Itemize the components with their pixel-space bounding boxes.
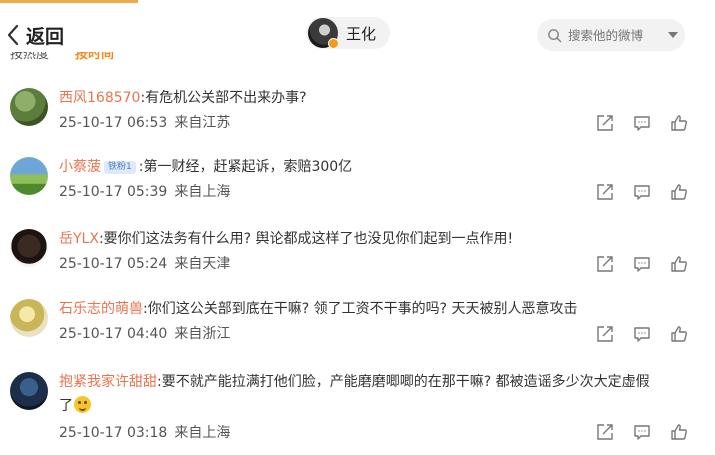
avatar[interactable] <box>10 88 48 126</box>
fan-badge: 铁粉1 <box>104 161 136 174</box>
commenter-name[interactable]: 石乐志的萌兽 <box>59 301 143 317</box>
share-icon[interactable] <box>596 183 614 201</box>
commenter-name[interactable]: 抱紧我家许甜甜 <box>59 374 157 390</box>
like-icon[interactable] <box>670 114 688 132</box>
avatar <box>308 18 339 49</box>
avatar[interactable] <box>10 299 48 337</box>
comment-actions <box>596 114 688 132</box>
caret-down-icon[interactable] <box>668 32 678 38</box>
comment-text: :你们这公关部到底在干嘛? 领了工资不干事的吗? 天天被别人恶意攻击 <box>143 301 578 317</box>
comment-line-2: 了 <box>59 396 91 416</box>
comment-meta: 25-10-17 05:39 来自上海 <box>59 181 230 201</box>
chevron-left-icon <box>7 24 19 46</box>
location: 来自浙江 <box>174 326 231 342</box>
user-chip[interactable]: 王化 <box>306 17 391 49</box>
comment-icon[interactable] <box>633 325 651 343</box>
commenter-name[interactable]: 小蔡菠 <box>59 159 101 175</box>
search-box[interactable] <box>537 19 685 51</box>
comment-actions <box>596 423 688 441</box>
comment-text-continued: 了 <box>59 398 73 414</box>
timestamp: 25-10-17 06:53 <box>59 115 168 131</box>
location: 来自江苏 <box>174 115 231 131</box>
location: 来自上海 <box>174 184 231 200</box>
comment-line: 石乐志的萌兽:你们这公关部到底在干嘛? 领了工资不干事的吗? 天天被别人恶意攻击 <box>59 299 577 319</box>
commenter-name[interactable]: 西风168570 <box>59 90 140 106</box>
comment-text: :有危机公关部不出来办事? <box>140 90 307 106</box>
comment-icon[interactable] <box>633 423 651 441</box>
comment-meta: 25-10-17 05:24 来自天津 <box>59 253 230 273</box>
avatar[interactable] <box>10 229 48 267</box>
comment-actions <box>596 183 688 201</box>
comment-icon[interactable] <box>633 255 651 273</box>
avatar[interactable] <box>10 157 48 195</box>
back-label: 返回 <box>26 25 65 48</box>
comment-text: :第一财经，赶紧起诉，索赔300亿 <box>138 159 353 175</box>
share-icon[interactable] <box>596 423 614 441</box>
location: 来自上海 <box>174 425 231 441</box>
location: 来自天津 <box>174 256 231 272</box>
comment-line: 西风168570:有危机公关部不出来办事? <box>59 88 307 108</box>
comment-meta: 25-10-17 04:40 来自浙江 <box>59 323 230 343</box>
like-icon[interactable] <box>670 255 688 273</box>
comment-line: 岳YLX:要你们这法务有什么用? 舆论都成这样了也没见你们起到一点作用! <box>59 229 513 249</box>
header: 返回 王化 按热度 按时间 <box>0 0 715 70</box>
timestamp: 25-10-17 05:39 <box>59 184 168 200</box>
comment-text: :要你们这法务有什么用? 舆论都成这样了也没见你们起到一点作用! <box>98 231 514 247</box>
timestamp: 25-10-17 05:24 <box>59 256 168 272</box>
back-button[interactable]: 返回 <box>6 22 64 48</box>
comment-actions <box>596 325 688 343</box>
avatar[interactable] <box>10 372 48 410</box>
like-icon[interactable] <box>670 183 688 201</box>
share-icon[interactable] <box>596 114 614 132</box>
search-icon <box>548 28 562 42</box>
comment-icon[interactable] <box>633 183 651 201</box>
timestamp: 25-10-17 04:40 <box>59 326 168 342</box>
user-name: 王化 <box>346 24 377 43</box>
commenter-name[interactable]: 岳YLX <box>59 231 99 247</box>
comment-line: 小蔡菠 铁粉1:第一财经，赶紧起诉，索赔300亿 <box>59 157 352 177</box>
shush-emoji-icon <box>74 396 91 413</box>
share-icon[interactable] <box>596 255 614 273</box>
tab-hot[interactable]: 按热度 <box>10 52 49 66</box>
comment-meta: 25-10-17 03:18 来自上海 <box>59 422 230 442</box>
like-icon[interactable] <box>670 423 688 441</box>
comment-text: :要不就产能拉满打他们脸，产能磨磨唧唧的在那干嘛? 都被造谣多少次大定虚假 <box>157 374 650 390</box>
timestamp: 25-10-17 03:18 <box>59 425 168 441</box>
comment-line: 抱紧我家许甜甜:要不就产能拉满打他们脸，产能磨磨唧唧的在那干嘛? 都被造谣多少次… <box>59 372 650 392</box>
verified-icon <box>328 38 339 49</box>
tab-time[interactable]: 按时间 <box>75 52 114 66</box>
comment-meta: 25-10-17 06:53 来自江苏 <box>59 112 230 132</box>
comment-icon[interactable] <box>633 114 651 132</box>
like-icon[interactable] <box>670 325 688 343</box>
search-input[interactable] <box>568 27 666 43</box>
sort-tabs: 按热度 按时间 <box>10 52 114 66</box>
share-icon[interactable] <box>596 325 614 343</box>
comment-actions <box>596 255 688 273</box>
